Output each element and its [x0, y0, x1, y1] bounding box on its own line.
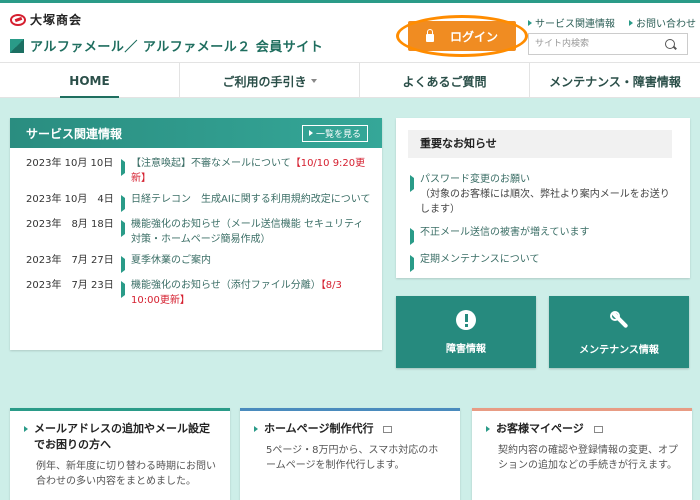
site-title: アルファメール／ アルファメール２ 会員サイト	[30, 40, 324, 55]
service-info-link[interactable]: サービス関連情報	[528, 15, 615, 30]
contact-label: お問い合わせ	[636, 19, 696, 30]
arrow-right-icon	[528, 19, 532, 26]
card-title-text: お客様マイページ	[496, 422, 584, 435]
search-icon[interactable]	[665, 39, 675, 49]
main-content: サービス関連情報 一覧を見る 2023年 10月 10日 【注意喚起】不審なメー…	[0, 98, 700, 500]
card-mail-setup[interactable]: メールアドレスの追加やメール設定でお困りの方へ 例年、新年度に切り替わる時期にお…	[10, 408, 230, 500]
login-button[interactable]: ログイン	[408, 21, 516, 51]
card-desc: 例年、新年度に切り替わる時期にお問い合わせの多い内容をまとめました。	[36, 461, 216, 487]
notice-sub: （対象のお客様には順次、弊社より案内メールをお送りします）	[420, 189, 670, 215]
news-item: 2023年 10月 4日 日経テレコン 生成AIに関する利用規約改定について	[26, 192, 372, 212]
notice-item: 不正メール送信の被害が増えています	[410, 225, 678, 245]
nav-maintenance[interactable]: メンテナンス・障害情報	[530, 63, 700, 99]
arrow-right-icon	[410, 175, 414, 192]
maintenance-info-tile[interactable]: メンテナンス情報	[549, 296, 689, 368]
arrow-right-icon	[24, 426, 28, 432]
nav-guide-label: ご利用の手引き	[222, 74, 307, 89]
chevron-down-icon	[310, 79, 317, 83]
news-item: 2023年 10月 10日 【注意喚起】不審なメールについて【10/10 9:2…	[26, 156, 372, 186]
external-link-icon	[593, 426, 603, 433]
news-item: 2023年 7月 27日 夏季休業のご案内	[26, 253, 372, 273]
news-date: 2023年 8月 18日	[26, 219, 114, 230]
arrow-right-icon	[121, 159, 125, 176]
news-text: 日経テレコン 生成AIに関する利用規約改定について	[131, 194, 371, 205]
news-link[interactable]: 機能強化のお知らせ（添付ファイル分離）【8/3 10:00更新】	[131, 278, 372, 308]
card-title-text: ホームページ制作代行	[264, 422, 374, 435]
service-info-header: サービス関連情報 一覧を見る	[10, 118, 382, 148]
news-item: 2023年 7月 23日 機能強化のお知らせ（添付ファイル分離）【8/3 10:…	[26, 278, 372, 308]
news-link[interactable]: 夏季休業のご案内	[131, 253, 211, 272]
arrow-right-icon	[121, 195, 125, 212]
arrow-right-icon	[410, 255, 414, 272]
site-title-link[interactable]: アルファメール／ アルファメール２ 会員サイト	[10, 36, 323, 55]
service-info-title: サービス関連情報	[26, 126, 123, 141]
outage-info-tile[interactable]: 障害情報	[396, 296, 536, 368]
search-input[interactable]	[529, 35, 659, 53]
news-list: 2023年 10月 10日 【注意喚起】不審なメールについて【10/10 9:2…	[10, 148, 382, 308]
company-logo[interactable]: 大塚商会	[10, 11, 82, 28]
notice-link[interactable]: パスワード変更のお願い	[420, 174, 530, 185]
arrow-right-icon	[629, 19, 633, 26]
news-link[interactable]: 機能強化のお知らせ（メール送信機能 セキュリティ対策・ホームページ簡易作成）	[131, 217, 372, 247]
notice-item: パスワード変更のお願い （対象のお客様には順次、弊社より案内メールをお送りします…	[410, 172, 678, 217]
important-notice-title: 重要なお知らせ	[408, 130, 672, 158]
external-link-icon	[383, 426, 393, 433]
site-mark-icon	[10, 38, 24, 53]
service-info-panel: サービス関連情報 一覧を見る 2023年 10月 10日 【注意喚起】不審なメー…	[10, 118, 382, 350]
company-name: 大塚商会	[30, 13, 83, 27]
view-all-label: 一覧を見る	[315, 129, 361, 140]
maintenance-info-label: メンテナンス情報	[579, 344, 659, 356]
important-notice-panel: 重要なお知らせ パスワード変更のお願い （対象のお客様には順次、弊社より案内メー…	[396, 118, 690, 278]
news-text: 機能強化のお知らせ（添付ファイル分離）	[131, 280, 321, 291]
news-text: 夏季休業のご案内	[131, 255, 211, 266]
site-header: 大塚商会 アルファメール／ アルファメール２ 会員サイト ログイン サービス関連…	[0, 0, 700, 62]
news-date: 2023年 7月 27日	[26, 255, 114, 266]
arrow-right-icon	[308, 130, 313, 136]
news-text: 機能強化のお知らせ（メール送信機能 セキュリティ対策・ホームページ簡易作成）	[131, 219, 364, 245]
nav-guide[interactable]: ご利用の手引き	[180, 63, 360, 99]
notice-item: 定期メンテナンスについて	[410, 252, 678, 272]
notice-link[interactable]: 不正メール送信の被害が増えています	[420, 225, 590, 244]
nav-home-label: HOME	[69, 74, 110, 88]
global-nav: HOME ご利用の手引き よくあるご質問 メンテナンス・障害情報	[0, 62, 700, 99]
nav-home[interactable]: HOME	[0, 63, 180, 99]
arrow-right-icon	[486, 426, 490, 432]
news-link[interactable]: 【注意喚起】不審なメールについて【10/10 9:20更新】	[131, 156, 372, 186]
outage-info-label: 障害情報	[446, 343, 486, 355]
company-logo-icon	[10, 13, 26, 26]
card-title: メールアドレスの追加やメール設定でお困りの方へ	[24, 421, 216, 453]
nav-faq[interactable]: よくあるご質問	[360, 63, 530, 99]
arrow-right-icon	[254, 426, 258, 432]
wrench-icon	[608, 309, 630, 331]
service-info-label: サービス関連情報	[535, 19, 615, 30]
news-date: 2023年 10月 10日	[26, 158, 114, 169]
view-all-button[interactable]: 一覧を見る	[301, 124, 368, 142]
news-link[interactable]: 日経テレコン 生成AIに関する利用規約改定について	[131, 192, 371, 211]
lock-icon	[425, 28, 434, 42]
news-text: 【注意喚起】不審なメールについて	[131, 158, 291, 169]
arrow-right-icon	[121, 256, 125, 273]
news-date: 2023年 7月 23日	[26, 280, 114, 291]
card-title-text: メールアドレスの追加やメール設定でお困りの方へ	[34, 422, 210, 451]
utility-links: サービス関連情報 お問い合わせ	[528, 15, 696, 30]
card-homepage-service[interactable]: ホームページ制作代行 5ページ・8万円から、スマホ対応のホームページを制作代行し…	[240, 408, 460, 500]
card-my-page[interactable]: お客様マイページ 契約内容の確認や登録情報の変更、オプションの追加などの手続きが…	[472, 408, 692, 500]
arrow-right-icon	[121, 220, 125, 237]
alert-icon	[456, 309, 476, 330]
notice-link[interactable]: 定期メンテナンスについて	[420, 252, 540, 271]
search-box	[528, 33, 688, 55]
contact-link[interactable]: お問い合わせ	[629, 15, 696, 30]
card-desc: 5ページ・8万円から、スマホ対応のホームページを制作代行します。	[266, 445, 439, 471]
login-label: ログイン	[449, 29, 498, 44]
arrow-right-icon	[121, 281, 125, 298]
card-title: ホームページ制作代行	[254, 421, 446, 437]
notice-list: パスワード変更のお願い （対象のお客様には順次、弊社より案内メールをお送りします…	[410, 172, 678, 279]
card-desc: 契約内容の確認や登録情報の変更、オプションの追加などの手続きが行えます。	[498, 445, 678, 471]
news-item: 2023年 8月 18日 機能強化のお知らせ（メール送信機能 セキュリティ対策・…	[26, 217, 372, 247]
nav-faq-label: よくあるご質問	[402, 74, 487, 89]
card-title: お客様マイページ	[486, 421, 678, 437]
arrow-right-icon	[410, 228, 414, 245]
news-date: 2023年 10月 4日	[26, 194, 114, 205]
nav-maintenance-label: メンテナンス・障害情報	[549, 74, 681, 89]
